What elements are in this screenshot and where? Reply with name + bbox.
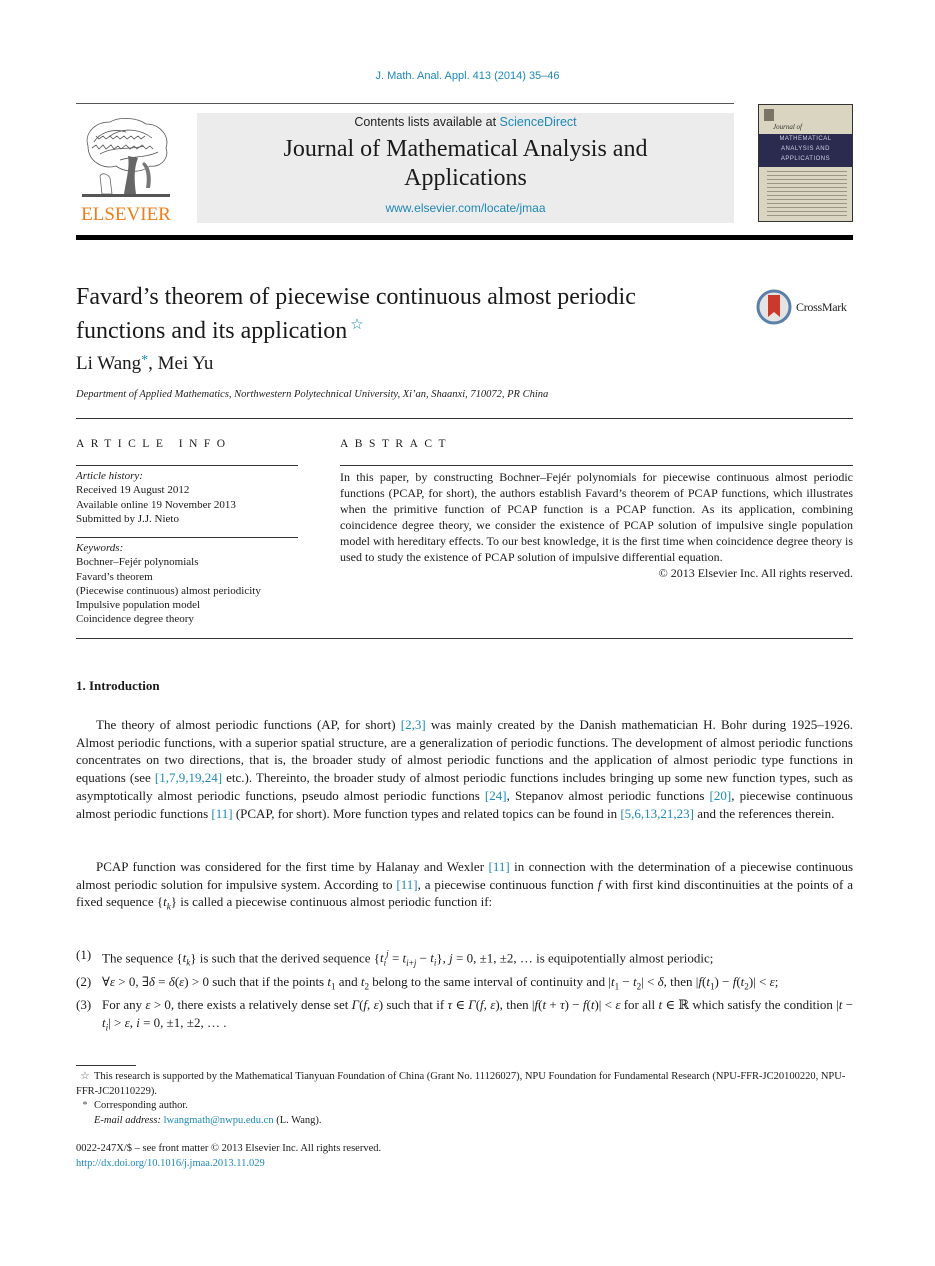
cover-title-band: MATHEMATICAL ANALYSIS AND APPLICATIONS [759,134,852,167]
author-affiliation: Department of Applied Mathematics, North… [76,389,549,400]
article-info-heading: ARTICLE INFO [76,438,232,450]
condition-text: For any ε > 0, there exists a relatively… [102,996,854,1033]
divider [76,638,853,639]
header-bottom-rule [76,235,853,240]
condition-text: The sequence {tk} is such that the deriv… [102,949,714,968]
cover-band-line: ANALYSIS AND [781,146,830,152]
keyword-item: Bochner–Fejér polynomials [76,556,199,569]
condition-number: (1) [76,947,92,962]
author-separator: , [148,353,158,374]
citation-link[interactable]: [11] [211,806,232,821]
issn-line: 0022-247X/$ – see front matter © 2013 El… [76,1143,382,1154]
condition-text: ∀ε > 0, ∃δ = δ(ε) > 0 such that if the p… [102,973,779,992]
article-title-text: Favard’s theorem of piecewise continuous… [76,284,636,344]
condition-item: (1) The sequence {tk} is such that the d… [76,946,853,973]
footnotes: ☆ This research is supported by the Mathe… [76,1070,853,1128]
journal-title-line-1: Journal of Mathematical Analysis and [283,136,648,162]
email-label: E-mail address: [94,1114,161,1126]
abstract-text: In this paper, by constructing Bochner–F… [340,470,853,564]
history-item: Received 19 August 2012 [76,484,190,497]
footnote-asterisk-icon: * [82,1100,88,1111]
math-subscript: k [166,902,171,912]
condition-number: (3) [76,996,92,1012]
condition-item: (3) For any ε > 0, there exists a relati… [76,996,853,1037]
pcap-conditions-list: (1) The sequence {tk} is such that the d… [76,946,853,1037]
crossmark-button[interactable]: CrossMark [756,288,856,326]
email-suffix: (L. Wang). [273,1114,322,1126]
citation-link[interactable]: [11] [488,859,509,874]
citation-link[interactable]: [1,7,9,19,24] [155,770,222,785]
corresponding-text: Corresponding author. [94,1100,188,1111]
author-name: Mei Yu [157,353,214,374]
keyword-item: (Piecewise continuous) almost periodicit… [76,584,261,597]
crossmark-icon [756,289,792,325]
divider [76,465,298,466]
cover-journal-of: Journal of [773,123,802,131]
title-footnote-star-icon[interactable]: ☆ [350,317,363,333]
sciencedirect-link[interactable]: ScienceDirect [500,115,577,129]
introduction-paragraph-2: PCAP function was considered for the fir… [76,859,853,912]
doi-link[interactable]: http://dx.doi.org/10.1016/j.jmaa.2013.11… [76,1157,381,1172]
article-history: Article history: Received 19 August 2012… [76,469,301,526]
elsevier-wordmark: ELSEVIER [81,204,171,225]
journal-title: Journal of Mathematical Analysis and App… [197,135,734,193]
keywords: Keywords: Bochner–Fejér polynomials Fava… [76,541,301,627]
funding-footnote: ☆ This research is supported by the Mathe… [76,1070,853,1099]
footnote-star-icon: ☆ [80,1071,90,1082]
abstract-copyright: © 2013 Elsevier Inc. All rights reserved… [658,566,853,580]
divider [76,537,298,538]
cover-band-line: MATHEMATICAL [779,136,832,142]
article-title: Favard’s theorem of piecewise continuous… [76,283,726,345]
footnote-rule [76,1065,136,1066]
introduction-paragraph-1: The theory of almost periodic functions … [76,717,854,821]
front-matter: 0022-247X/$ – see front matter © 2013 El… [76,1142,381,1171]
email-footnote: E-mail address: lwangmath@nwpu.edu.cn (L… [76,1114,853,1129]
author-list: Li Wang*, Mei Yu [76,353,213,375]
condition-number: (2) [76,973,92,989]
journal-url-link[interactable]: www.elsevier.com/locate/jmaa [197,201,734,215]
math-symbol: f [597,876,602,892]
citation-link[interactable]: [20] [710,788,732,803]
keywords-label: Keywords: [76,542,124,554]
keyword-item: Coincidence degree theory [76,613,194,626]
citation-link[interactable]: [11] [396,877,417,892]
header-top-rule [76,103,734,104]
abstract-body: In this paper, by constructing Bochner–F… [340,469,853,581]
author-name: Li Wang [76,353,142,374]
abstract-heading: ABSTRACT [340,438,453,450]
journal-title-line-2: Applications [404,165,527,191]
elsevier-tree-icon [82,118,170,197]
citation-link[interactable]: [24] [485,788,507,803]
contents-prefix: Contents lists available at [354,115,500,129]
journal-masthead: Contents lists available at ScienceDirec… [197,113,734,223]
article-history-label: Article history: [76,470,143,482]
contents-availability: Contents lists available at ScienceDirec… [197,115,734,129]
journal-reference[interactable]: J. Math. Anal. Appl. 413 (2014) 35–46 [0,70,935,82]
journal-cover-thumbnail[interactable]: Journal of MATHEMATICAL ANALYSIS AND APP… [758,104,853,222]
funding-text: This research is supported by the Mathem… [76,1071,846,1097]
citation-link[interactable]: [2,3] [401,717,426,732]
divider [340,465,853,466]
elsevier-logo: ELSEVIER [76,112,176,225]
corresponding-footnote: * Corresponding author. [76,1099,853,1114]
cover-band-line: APPLICATIONS [780,156,831,162]
crossmark-label: CrossMark [796,299,847,314]
keyword-item: Favard’s theorem [76,570,153,583]
divider [76,418,853,419]
cover-contents-lines [767,171,847,219]
condition-item: (2) ∀ε > 0, ∃δ = δ(ε) > 0 such that if t… [76,973,853,996]
email-link[interactable]: lwangmath@nwpu.edu.cn [164,1115,274,1126]
history-item: Available online 19 November 2013 [76,498,236,511]
citation-link[interactable]: [5,6,13,21,23] [620,806,694,821]
history-item: Submitted by J.J. Nieto [76,512,179,525]
cover-elsevier-icon [764,109,774,121]
keyword-item: Impulsive population model [76,599,201,612]
section-heading-introduction: 1. Introduction [76,678,160,693]
